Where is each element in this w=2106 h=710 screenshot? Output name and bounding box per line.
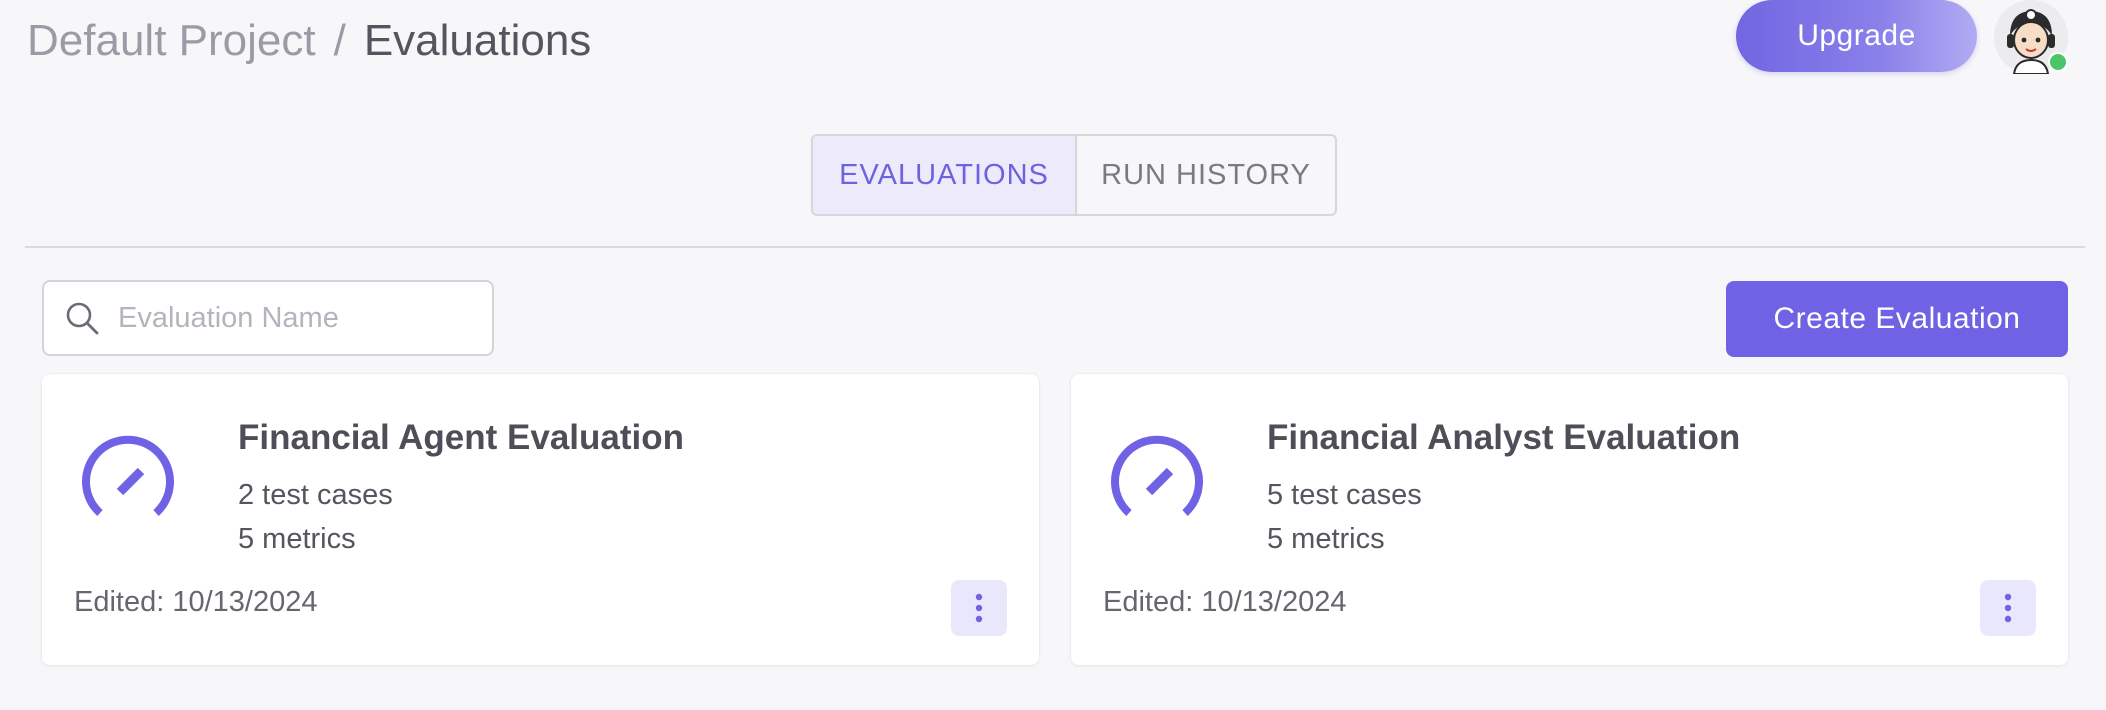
more-options-button[interactable] [1980, 580, 2036, 636]
more-vertical-icon [975, 593, 983, 623]
evaluations-page: Default Project / Evaluations Upgrade EV… [0, 0, 2106, 710]
page-title: Evaluations [363, 16, 592, 65]
metric-count: 5 metrics [238, 523, 356, 555]
search-icon [62, 298, 102, 338]
upgrade-button[interactable]: Upgrade [1736, 0, 1977, 72]
more-vertical-icon [2004, 593, 2012, 623]
test-case-count: 5 test cases [1267, 479, 1422, 511]
view-tabs: EVALUATIONS RUN HISTORY [811, 134, 1337, 216]
edited-date: Edited: 10/13/2024 [74, 586, 318, 618]
evaluation-card[interactable]: Financial Analyst Evaluation 5 test case… [1071, 374, 2068, 665]
test-case-count: 2 test cases [238, 479, 393, 511]
evaluation-title: Financial Analyst Evaluation [1267, 418, 1741, 457]
create-evaluation-button[interactable]: Create Evaluation [1726, 281, 2068, 357]
breadcrumb: Default Project / Evaluations [27, 14, 591, 68]
avatar[interactable] [1994, 0, 2068, 74]
search-box [42, 280, 494, 356]
tab-run-history[interactable]: RUN HISTORY [1077, 136, 1335, 214]
tab-evaluations[interactable]: EVALUATIONS [813, 136, 1077, 214]
breadcrumb-separator: / [333, 16, 346, 65]
evaluation-title: Financial Agent Evaluation [238, 418, 684, 457]
search-input[interactable] [116, 300, 460, 336]
breadcrumb-project-link[interactable]: Default Project [27, 14, 316, 68]
evaluation-card[interactable]: Financial Agent Evaluation 2 test cases … [42, 374, 1039, 665]
more-options-button[interactable] [951, 580, 1007, 636]
speedometer-icon [1107, 434, 1207, 534]
metric-count: 5 metrics [1267, 523, 1385, 555]
speedometer-icon [78, 434, 178, 534]
online-status-dot [2048, 52, 2068, 72]
header-divider [25, 246, 2085, 248]
edited-date: Edited: 10/13/2024 [1103, 586, 1347, 618]
